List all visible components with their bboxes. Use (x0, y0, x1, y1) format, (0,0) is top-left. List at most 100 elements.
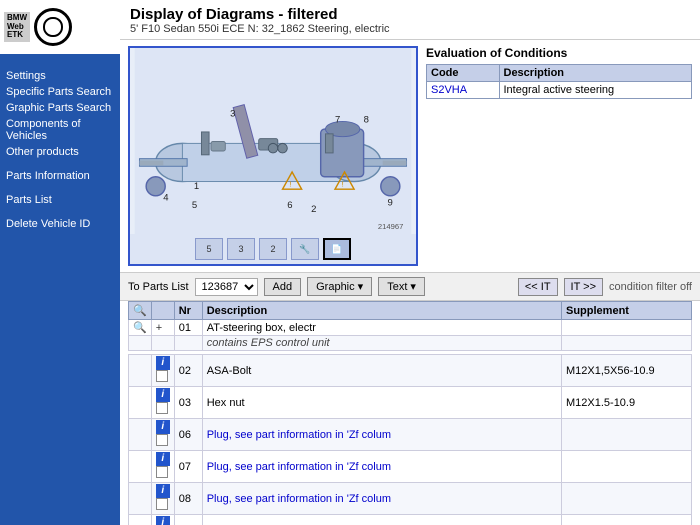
row-search-cell (129, 451, 152, 483)
row-info-cell[interactable]: i (151, 419, 174, 451)
col-description: Description (202, 302, 561, 320)
svg-text:2: 2 (311, 204, 316, 215)
row-supplement (562, 320, 692, 336)
sidebar-item-parts-information[interactable]: Parts Information (4, 168, 116, 184)
description-link[interactable]: Plug, see part information in 'Zf colum (207, 429, 391, 441)
thumbnail-4[interactable]: 🔧 (291, 238, 319, 260)
row-search-cell (129, 483, 152, 515)
svg-text:!: ! (289, 179, 291, 188)
svg-text:8: 8 (364, 114, 369, 125)
eval-title: Evaluation of Conditions (426, 46, 692, 60)
sidebar-item-other-products[interactable]: Other products (4, 144, 116, 160)
table-row: i 07 Plug, see part information in 'Zf co… (129, 451, 692, 483)
row-search-cell (129, 387, 152, 419)
condition-label: condition filter off (609, 281, 692, 293)
row-info-cell[interactable]: i (151, 451, 174, 483)
svg-text:!: ! (342, 179, 344, 188)
page-title: Display of Diagrams - filtered (130, 6, 690, 23)
row-sub-description: contains EPS control unit (202, 336, 561, 351)
info-icon[interactable]: i (156, 516, 170, 525)
row-description: AT-steering box, electr (202, 320, 561, 336)
row-search-cell: 🔍 (129, 320, 152, 336)
eval-col-code: Code (427, 65, 500, 82)
table-row: i 08 Plug, see part information in 'Zf co… (129, 483, 692, 515)
eval-row-0: S2VHA Integral active steering (427, 82, 692, 99)
diagram-image[interactable]: 3 7 8 4 5 6 2 9 1 ! ! (130, 48, 416, 234)
checkbox-icon[interactable] (156, 498, 168, 510)
bmw-roundel-icon (34, 8, 72, 46)
page-subtitle: 5' F10 Sedan 550i ECE N: 32_1862 Steerin… (130, 23, 690, 35)
thumbnail-1[interactable]: 5 (195, 238, 223, 260)
sidebar-item-delete-vehicle-id[interactable]: Delete Vehicle ID (4, 216, 116, 232)
info-icon[interactable]: i (156, 484, 170, 498)
row-info-cell[interactable]: i (151, 387, 174, 419)
parts-list-select[interactable]: 123687 (195, 278, 258, 296)
info-icon[interactable]: i (156, 388, 170, 402)
diagram-panel[interactable]: 3 7 8 4 5 6 2 9 1 ! ! (128, 46, 418, 266)
col-search: 🔍 (129, 302, 152, 320)
description-link[interactable]: Plug, see part information in 'Zf colum (207, 461, 391, 473)
checkbox-icon[interactable] (156, 434, 168, 446)
eval-description-cell: Integral active steering (499, 82, 692, 99)
parts-table: 🔍 Nr Description Supplement 🔍 +01AT-steer… (128, 301, 692, 525)
prev-nav-button[interactable]: << IT (518, 278, 558, 296)
row-supplement (562, 483, 692, 515)
eval-code-link[interactable]: S2VHA (431, 84, 467, 96)
sidebar-item-graphic-parts-search[interactable]: Graphic Parts Search (4, 100, 116, 116)
row-nr: 03 (174, 387, 202, 419)
row-description: Plug, see part information in 'Zf colum (202, 483, 561, 515)
info-icon[interactable]: i (156, 420, 170, 434)
checkbox-icon[interactable] (156, 402, 168, 414)
checkbox-icon[interactable] (156, 370, 168, 382)
info-icon[interactable]: i (156, 452, 170, 466)
add-button[interactable]: Add (264, 278, 302, 296)
table-row: i 03Hex nutM12X1.5-10.9 (129, 387, 692, 419)
toolbar: To Parts List 123687 Add Graphic ▾ Text … (120, 272, 700, 301)
next-nav-button[interactable]: IT >> (564, 278, 603, 296)
sidebar: BMWWebETK Settings Specific Parts Search… (0, 0, 120, 525)
thumbnail-3[interactable]: 2 (259, 238, 287, 260)
svg-text:1: 1 (194, 181, 199, 192)
row-info-cell[interactable]: + (151, 320, 174, 336)
thumbnail-2[interactable]: 3 (227, 238, 255, 260)
table-row: i 06 Plug, see part information in 'Zf co… (129, 419, 692, 451)
col-supplement: Supplement (562, 302, 692, 320)
eval-code-cell[interactable]: S2VHA (427, 82, 500, 99)
svg-text:214967: 214967 (378, 222, 403, 231)
sidebar-item-specific-parts-search[interactable]: Specific Parts Search (4, 84, 116, 100)
row-info-cell[interactable]: i (151, 355, 174, 387)
parts-list-label: To Parts List (128, 281, 189, 293)
row-supplement (562, 451, 692, 483)
expand-icon[interactable]: + (156, 322, 162, 334)
table-row: 🔍 +01AT-steering box, electr (129, 320, 692, 336)
sidebar-item-components-of-vehicles[interactable]: Components of Vehicles (4, 116, 116, 144)
row-nr: 06 (174, 419, 202, 451)
row-info-cell[interactable]: i (151, 483, 174, 515)
eval-table: Code Description S2VHA Integral active s… (426, 64, 692, 99)
svg-text:6: 6 (287, 200, 292, 211)
eval-col-description: Description (499, 65, 692, 82)
sidebar-item-parts-list[interactable]: Parts List (4, 192, 116, 208)
checkbox-icon[interactable] (156, 466, 168, 478)
info-icon[interactable]: i (156, 356, 170, 370)
thumbnail-5[interactable]: 📄 (323, 238, 351, 260)
svg-text:5: 5 (192, 200, 197, 211)
logo-area: BMWWebETK (0, 0, 120, 54)
row-info-cell[interactable]: i (151, 515, 174, 525)
svg-text:7: 7 (335, 114, 340, 125)
row-nr: 01 (174, 320, 202, 336)
row-description: Plug, see part information in 'Zf colum (202, 419, 561, 451)
graphic-button[interactable]: Graphic ▾ (307, 277, 372, 296)
col-nr: Nr (174, 302, 202, 320)
page-header: Display of Diagrams - filtered 5' F10 Se… (120, 0, 700, 40)
row-nr: 07 (174, 451, 202, 483)
table-row: contains EPS control unit (129, 336, 692, 351)
description-link[interactable]: Plug, see part information in 'Zf colum (207, 493, 391, 505)
search-icon: 🔍 (133, 322, 147, 334)
diagram-svg: 3 7 8 4 5 6 2 9 1 ! ! (130, 48, 416, 234)
sidebar-item-settings[interactable]: Settings (4, 68, 116, 84)
row-nr: 08 (174, 483, 202, 515)
svg-text:9: 9 (387, 197, 392, 208)
svg-text:3: 3 (230, 109, 235, 120)
text-button[interactable]: Text ▾ (378, 277, 425, 296)
